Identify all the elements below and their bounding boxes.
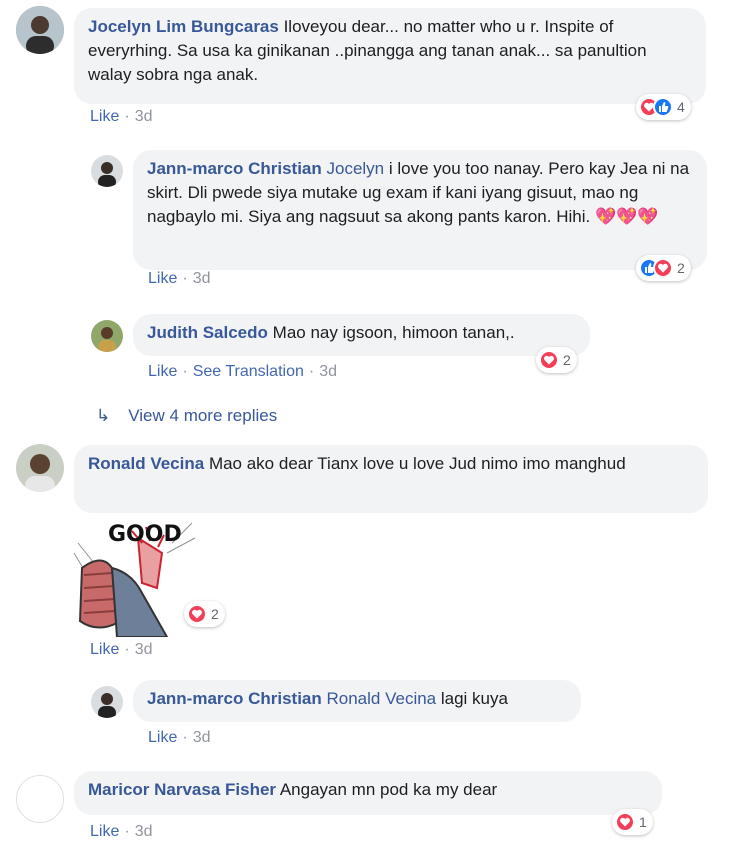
comment-bubble: Jann-marco Christian Ronald Vecina lagi … bbox=[133, 680, 581, 722]
comment-author[interactable]: Jann-marco Christian bbox=[147, 159, 322, 178]
mention-link[interactable]: Jocelyn bbox=[327, 159, 385, 178]
comment-text: Mao ako dear Tianx love u love Jud nimo … bbox=[208, 454, 626, 473]
sticker-text: GOOD bbox=[108, 522, 182, 547]
comment-text: Angayan mn pod ka my dear bbox=[279, 780, 498, 799]
comment-actions: Like · See Translation · 3d bbox=[148, 363, 337, 380]
avatar[interactable] bbox=[91, 155, 123, 187]
reaction-count: 2 bbox=[211, 606, 219, 622]
reaction-summary[interactable]: 2 bbox=[536, 347, 577, 373]
comment-actions: Like · 3d bbox=[148, 270, 211, 287]
view-more-replies-link[interactable]: ↳ View 4 more replies bbox=[96, 406, 277, 426]
comment-text: lagi kuya bbox=[440, 689, 508, 708]
reply: Jann-marco Christian Jocelyn i love you … bbox=[0, 140, 750, 300]
comment-author[interactable]: Ronald Vecina bbox=[88, 454, 204, 473]
timestamp[interactable]: 3d bbox=[135, 823, 153, 840]
like-reaction-icon bbox=[653, 97, 673, 117]
comment-bubble: Judith Salcedo Mao nay igsoon, himoon ta… bbox=[133, 314, 590, 356]
love-reaction-icon bbox=[539, 350, 559, 370]
reply-arrow-icon: ↳ bbox=[96, 406, 111, 425]
reply: Judith Salcedo Mao nay igsoon, himoon ta… bbox=[0, 305, 750, 390]
more-replies-label[interactable]: View 4 more replies bbox=[128, 406, 277, 425]
good-sticker-image[interactable]: GOOD bbox=[72, 513, 197, 638]
comment: Maricor Narvasa Fisher Angayan mn pod ka… bbox=[0, 765, 750, 857]
like-link[interactable]: Like bbox=[90, 641, 119, 658]
comment-author[interactable]: Judith Salcedo bbox=[147, 323, 268, 342]
avatar[interactable] bbox=[16, 444, 64, 492]
reaction-count: 2 bbox=[677, 260, 685, 276]
comment-actions: Like · 3d bbox=[90, 641, 153, 658]
avatar[interactable] bbox=[16, 6, 64, 54]
comment-author[interactable]: Maricor Narvasa Fisher bbox=[88, 780, 276, 799]
like-link[interactable]: Like bbox=[90, 823, 119, 840]
like-link[interactable]: Like bbox=[148, 363, 177, 380]
comment-text: Mao nay igsoon, himoon tanan,. bbox=[272, 323, 515, 342]
comment-actions: Like · 3d bbox=[90, 108, 153, 125]
reply: Jann-marco Christian Ronald Vecina lagi … bbox=[0, 673, 750, 753]
avatar[interactable] bbox=[91, 320, 123, 352]
mention-link[interactable]: Ronald Vecina bbox=[327, 689, 437, 708]
comment-bubble: Maricor Narvasa Fisher Angayan mn pod ka… bbox=[74, 771, 662, 815]
reaction-count: 4 bbox=[677, 99, 685, 115]
timestamp[interactable]: 3d bbox=[135, 641, 153, 658]
love-reaction-icon bbox=[615, 812, 635, 832]
like-link[interactable]: Like bbox=[148, 270, 177, 287]
avatar[interactable] bbox=[16, 775, 64, 823]
timestamp[interactable]: 3d bbox=[193, 270, 211, 287]
comment-author[interactable]: Jocelyn Lim Bungcaras bbox=[88, 17, 279, 36]
reaction-summary[interactable]: 4 bbox=[636, 94, 691, 120]
comment-actions: Like · 3d bbox=[90, 823, 153, 840]
see-translation-link[interactable]: See Translation bbox=[193, 363, 304, 380]
reaction-summary[interactable]: 2 bbox=[636, 255, 691, 281]
timestamp[interactable]: 3d bbox=[135, 108, 153, 125]
comment: Jocelyn Lim Bungcaras Iloveyou dear... n… bbox=[0, 0, 750, 135]
reaction-summary[interactable]: 2 bbox=[184, 601, 225, 627]
reaction-summary[interactable]: 1 bbox=[612, 809, 653, 835]
love-reaction-icon bbox=[653, 258, 673, 278]
comment-actions: Like · 3d bbox=[148, 729, 211, 746]
timestamp[interactable]: 3d bbox=[319, 363, 337, 380]
comment-bubble: Jann-marco Christian Jocelyn i love you … bbox=[133, 150, 707, 270]
avatar[interactable] bbox=[91, 686, 123, 718]
reaction-count: 2 bbox=[563, 352, 571, 368]
comment-bubble: Jocelyn Lim Bungcaras Iloveyou dear... n… bbox=[74, 8, 706, 104]
timestamp[interactable]: 3d bbox=[193, 729, 211, 746]
like-link[interactable]: Like bbox=[90, 108, 119, 125]
comment-bubble: Ronald Vecina Mao ako dear Tianx love u … bbox=[74, 445, 708, 513]
love-reaction-icon bbox=[187, 604, 207, 624]
comment: Ronald Vecina Mao ako dear Tianx love u … bbox=[0, 438, 750, 668]
comment-author[interactable]: Jann-marco Christian bbox=[147, 689, 322, 708]
like-link[interactable]: Like bbox=[148, 729, 177, 746]
reaction-count: 1 bbox=[639, 814, 647, 830]
